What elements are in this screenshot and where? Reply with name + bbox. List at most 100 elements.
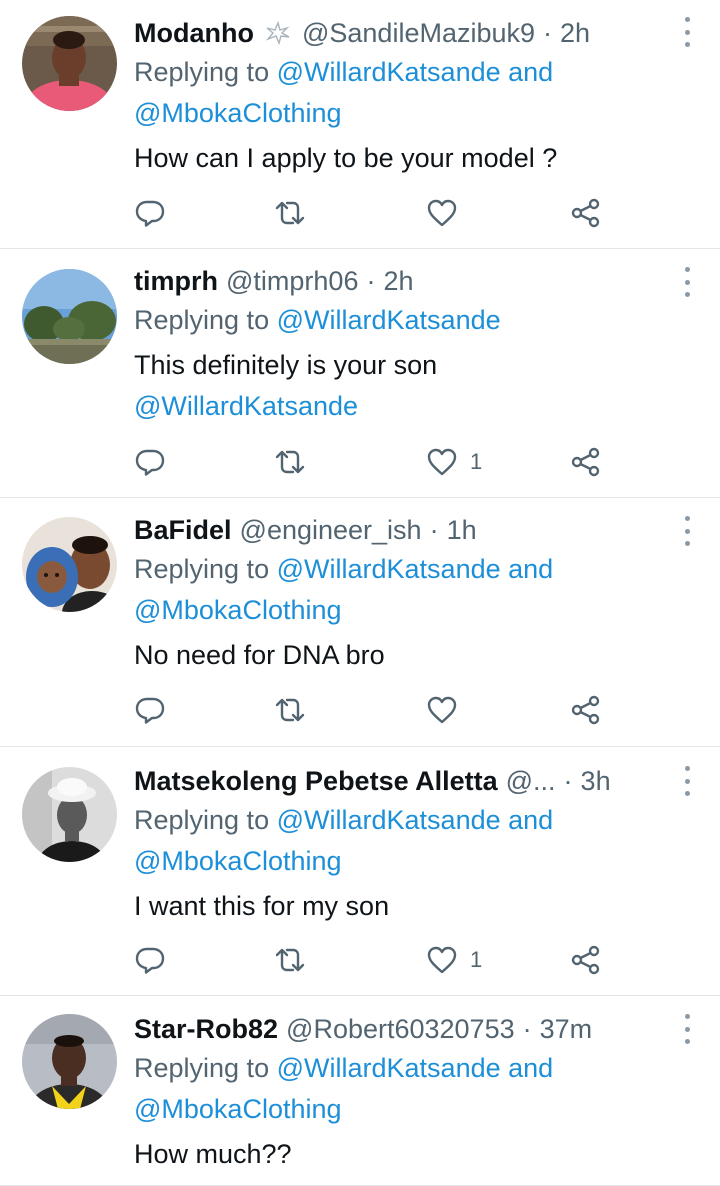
separator: ·	[543, 18, 553, 48]
user-handle[interactable]: @engineer_ish	[240, 511, 422, 549]
tweet-header: Star-Rob82 @Robert60320753 · 37m	[134, 1010, 672, 1048]
mention-link[interactable]: @WillardKatsande	[277, 305, 501, 335]
mention-link[interactable]: @MbokaClothing	[134, 846, 342, 876]
separator: ·	[563, 766, 573, 796]
display-name[interactable]: Star-Rob82	[134, 1010, 278, 1048]
tweet-actions: 1	[134, 442, 604, 482]
separator: ·	[429, 515, 439, 545]
tweet[interactable]: Star-Rob82 @Robert60320753 · 37m Replyin…	[0, 996, 720, 1186]
mention-link[interactable]: @WillardKatsande and	[277, 554, 554, 584]
mention-link[interactable]: @MbokaClothing	[134, 595, 342, 625]
reply-icon	[135, 449, 165, 476]
like-button[interactable]	[426, 690, 470, 730]
share-button[interactable]	[570, 940, 602, 980]
mention-link[interactable]: @MbokaClothing	[134, 98, 342, 128]
retweet-icon	[275, 201, 305, 225]
tweet[interactable]: timprh @timprh06 · 2h Replying to @Willa…	[0, 249, 720, 498]
retweet-button[interactable]	[274, 193, 306, 233]
like-icon	[427, 696, 457, 724]
user-handle[interactable]: @Robert60320753	[286, 1010, 515, 1048]
replying-to: Replying to @WillardKatsande	[134, 300, 672, 341]
share-button[interactable]	[570, 690, 602, 730]
replying-prefix: Replying to	[134, 1053, 270, 1083]
replying-prefix: Replying to	[134, 805, 270, 835]
reply-button[interactable]	[134, 940, 166, 980]
reply-icon	[135, 200, 165, 227]
mention-link[interactable]: @WillardKatsande	[134, 391, 358, 421]
share-button[interactable]	[570, 193, 602, 233]
like-icon	[427, 448, 457, 476]
avatar[interactable]	[22, 517, 117, 612]
display-name[interactable]: BaFidel	[134, 511, 232, 549]
tweet-text: How much??	[134, 1139, 292, 1169]
tweet[interactable]: BaFidel @engineer_ish · 1h Replying to @…	[0, 498, 720, 747]
replying-to-continued: @MbokaClothing	[134, 93, 672, 134]
user-handle[interactable]: @SandileMazibuk9	[302, 14, 535, 52]
reply-button[interactable]	[134, 690, 166, 730]
share-icon	[571, 945, 600, 975]
like-button[interactable]: 1	[426, 940, 482, 980]
replying-to: Replying to @WillardKatsande and	[134, 1048, 672, 1089]
more-icon[interactable]	[682, 516, 692, 546]
replying-prefix: Replying to	[134, 305, 270, 335]
tweet-text: This definitely is your son	[134, 350, 438, 380]
retweet-button[interactable]	[274, 690, 306, 730]
timestamp[interactable]: 1h	[447, 511, 477, 549]
replying-to-continued: @MbokaClothing	[134, 841, 672, 882]
mention-link[interactable]: @WillardKatsande and	[277, 805, 554, 835]
like-count: 1	[470, 449, 483, 474]
like-button[interactable]: 1	[426, 442, 482, 482]
user-handle[interactable]: @...	[506, 762, 556, 800]
mention-link[interactable]: @MbokaClothing	[134, 1094, 342, 1124]
more-icon[interactable]	[682, 766, 692, 796]
retweet-button[interactable]	[274, 442, 306, 482]
replying-to: Replying to @WillardKatsande and	[134, 549, 672, 590]
avatar[interactable]	[22, 269, 117, 364]
timestamp[interactable]: 2h	[383, 262, 413, 300]
display-name[interactable]: Modanho	[134, 14, 254, 52]
retweet-button[interactable]	[274, 940, 306, 980]
display-name[interactable]: timprh	[134, 262, 218, 300]
share-button[interactable]	[570, 442, 602, 482]
reply-icon	[135, 697, 165, 724]
replying-prefix: Replying to	[134, 554, 270, 584]
retweet-icon	[275, 948, 305, 972]
share-icon	[571, 695, 600, 725]
tweet-actions	[134, 690, 604, 730]
like-button[interactable]	[426, 193, 470, 233]
timestamp[interactable]: 37m	[540, 1010, 593, 1048]
like-count: 1	[470, 947, 483, 972]
sparkle-badge-icon	[265, 20, 290, 46]
more-icon[interactable]	[682, 1014, 692, 1044]
avatar[interactable]	[22, 767, 117, 862]
replying-to: Replying to @WillardKatsande and	[134, 52, 672, 93]
tweet-text-continued: @WillardKatsande	[134, 386, 672, 427]
share-icon	[571, 198, 600, 228]
tweet-header: Modanho @SandileMazibuk9 · 2h	[134, 14, 672, 52]
reply-button[interactable]	[134, 442, 166, 482]
display-name[interactable]: Matsekoleng Pebetse Alletta	[134, 762, 498, 800]
replying-to-continued: @MbokaClothing	[134, 590, 672, 631]
mention-link[interactable]: @WillardKatsande and	[277, 57, 554, 87]
avatar[interactable]	[22, 1014, 117, 1109]
tweet-header: BaFidel @engineer_ish · 1h	[134, 511, 672, 549]
timestamp[interactable]: 3h	[581, 762, 611, 800]
like-icon	[427, 199, 457, 227]
tweet[interactable]: Modanho @SandileMazibuk9 · 2h Replying t…	[0, 0, 720, 249]
retweet-icon	[275, 450, 305, 474]
more-icon[interactable]	[682, 17, 692, 47]
reply-button[interactable]	[134, 193, 166, 233]
user-handle[interactable]: @timprh06	[226, 262, 358, 300]
mention-link[interactable]: @WillardKatsande and	[277, 1053, 554, 1083]
tweet-actions: 1	[134, 940, 604, 980]
avatar[interactable]	[22, 16, 117, 111]
share-icon	[571, 447, 600, 477]
more-icon[interactable]	[682, 267, 692, 297]
timestamp[interactable]: 2h	[560, 14, 590, 52]
tweet-text: I want this for my son	[134, 891, 390, 921]
replying-prefix: Replying to	[134, 57, 270, 87]
reply-icon	[135, 947, 165, 974]
tweet[interactable]: Matsekoleng Pebetse Alletta @... · 3h Re…	[0, 747, 720, 996]
tweet-header: Matsekoleng Pebetse Alletta @... · 3h	[134, 762, 672, 800]
separator: ·	[366, 266, 376, 296]
